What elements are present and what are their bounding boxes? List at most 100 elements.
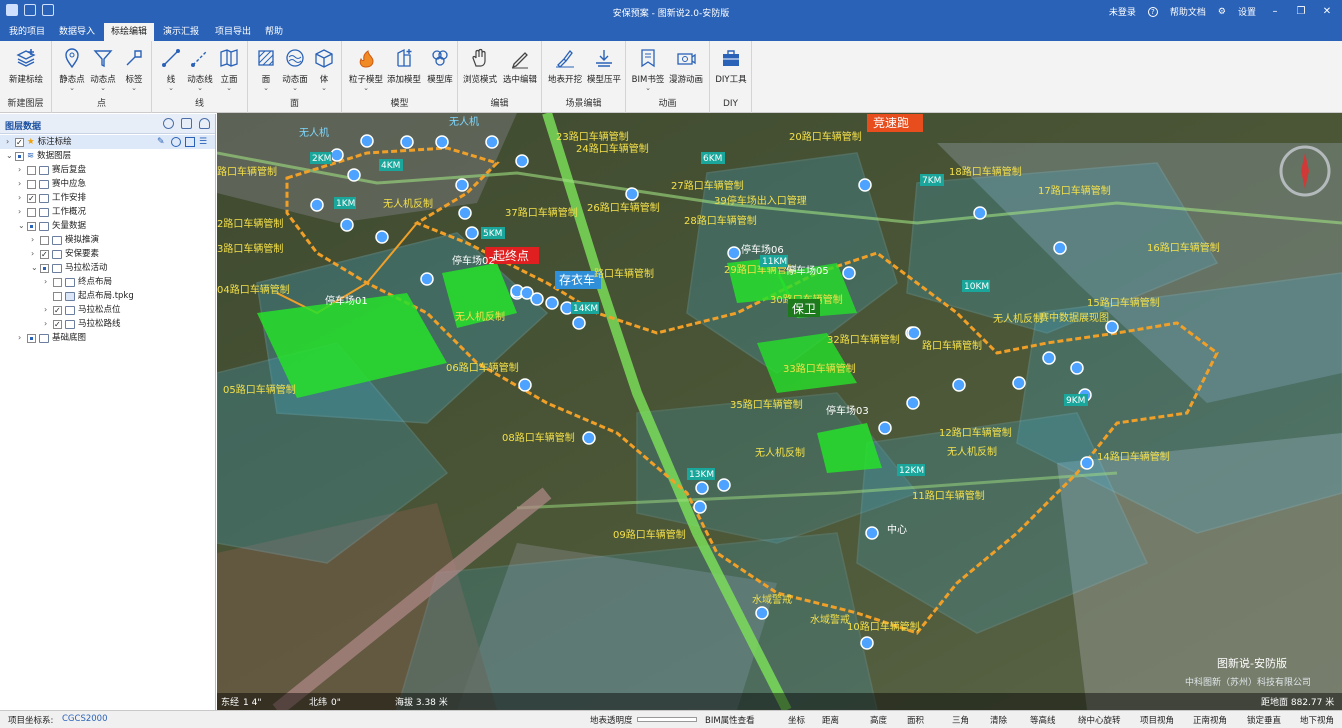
transparency-slider[interactable] bbox=[637, 717, 697, 722]
marker[interactable] bbox=[582, 431, 596, 445]
settings-link[interactable]: 设置 bbox=[1238, 5, 1256, 18]
bim-bookmark-button[interactable]: BIM书签 ⌄ bbox=[630, 47, 666, 92]
tree-node[interactable]: ›工作安排 bbox=[18, 191, 86, 206]
marker[interactable] bbox=[347, 168, 361, 182]
marker[interactable] bbox=[878, 421, 892, 435]
new-plot-button[interactable]: 新建标绘 bbox=[8, 47, 44, 85]
marker[interactable] bbox=[515, 154, 529, 168]
tree-node[interactable]: › 赛中应急 bbox=[18, 177, 86, 191]
scene-canvas[interactable]: 无人机 无人机 竞速跑 20路口车辆管制 23路口车辆管制 24路口车辆管制 路… bbox=[217, 113, 1342, 710]
tree-node[interactable]: 起点布局.tpkg bbox=[44, 289, 134, 303]
marker[interactable] bbox=[906, 396, 920, 410]
marker[interactable] bbox=[952, 378, 966, 392]
diy-tool-button[interactable]: DIY工具 bbox=[713, 47, 749, 85]
layer-checkbox[interactable] bbox=[27, 333, 36, 343]
layer-checkbox[interactable] bbox=[40, 235, 49, 245]
marker[interactable] bbox=[545, 296, 559, 310]
tree-node[interactable]: ⌄ 马拉松活动 bbox=[31, 261, 108, 275]
marker[interactable] bbox=[518, 378, 532, 392]
edit-icon[interactable]: ✎ bbox=[157, 135, 165, 149]
marker[interactable] bbox=[572, 316, 586, 330]
tree-node-plot[interactable]: › ★ 标注标绘 ✎ ☰ bbox=[0, 135, 215, 150]
underground-view-button[interactable]: 地下视角 bbox=[1300, 714, 1334, 726]
facade-button[interactable]: 立面 ⌄ bbox=[211, 47, 247, 92]
marker[interactable] bbox=[435, 135, 449, 149]
layer-checkbox[interactable] bbox=[40, 248, 49, 262]
tree-node-data-layer[interactable]: ⌄ ≋ 数据图层 bbox=[0, 149, 71, 163]
marker[interactable] bbox=[693, 500, 707, 514]
map-view[interactable]: 无人机 无人机 竞速跑 20路口车辆管制 23路口车辆管制 24路口车辆管制 路… bbox=[217, 113, 1342, 710]
distance-button[interactable]: 距离 bbox=[822, 714, 839, 726]
expand-toggle[interactable]: › bbox=[6, 135, 15, 149]
marker[interactable] bbox=[973, 206, 987, 220]
layer-checkbox[interactable] bbox=[15, 136, 24, 150]
crs-value[interactable]: CGCS2000 bbox=[62, 714, 107, 724]
menu-plot-edit[interactable]: 标绘编辑 bbox=[104, 23, 155, 41]
marker[interactable] bbox=[310, 198, 324, 212]
marker[interactable] bbox=[1053, 241, 1067, 255]
menu-project-export[interactable]: 项目导出 bbox=[208, 23, 258, 41]
marker[interactable] bbox=[695, 481, 709, 495]
marker[interactable] bbox=[330, 148, 344, 162]
maximize-button[interactable]: ❐ bbox=[1294, 6, 1308, 17]
minimize-button[interactable]: – bbox=[1268, 6, 1282, 17]
tree-node[interactable]: › 终点布局 bbox=[44, 275, 112, 289]
tree-node[interactable]: ›马拉松路线 bbox=[44, 317, 121, 332]
collapse-toggle[interactable]: ⌄ bbox=[6, 149, 15, 163]
marker[interactable] bbox=[907, 326, 921, 340]
browse-mode-button[interactable]: 浏览模式 bbox=[462, 47, 498, 85]
south-view-button[interactable]: 正南视角 bbox=[1193, 714, 1227, 726]
login-link[interactable]: 未登录 bbox=[1109, 5, 1136, 18]
layer-checkbox[interactable] bbox=[53, 304, 62, 318]
gear-icon[interactable]: ⚙ bbox=[1218, 7, 1226, 17]
layer-checkbox[interactable] bbox=[40, 263, 49, 273]
marker[interactable] bbox=[465, 226, 479, 240]
project-view-button[interactable]: 项目视角 bbox=[1140, 714, 1174, 726]
folder-icon[interactable] bbox=[181, 118, 192, 129]
marker[interactable] bbox=[400, 135, 414, 149]
layer-checkbox[interactable] bbox=[27, 179, 36, 189]
menu-my-project[interactable]: 我的项目 bbox=[2, 23, 52, 41]
rotate-center-button[interactable]: 绕中心旋转 bbox=[1078, 714, 1121, 726]
marker[interactable] bbox=[717, 478, 731, 492]
select-edit-button[interactable]: 选中编辑 bbox=[502, 47, 538, 85]
tree-node[interactable]: › 工作概况 bbox=[18, 205, 86, 219]
label-button[interactable]: 标签 ⌄ bbox=[116, 47, 152, 92]
marker[interactable] bbox=[727, 246, 741, 260]
marker[interactable] bbox=[865, 526, 879, 540]
marker[interactable] bbox=[375, 230, 389, 244]
marker[interactable] bbox=[360, 134, 374, 148]
roam-animation-button[interactable]: 漫游动画 bbox=[668, 47, 704, 85]
marker[interactable] bbox=[842, 266, 856, 280]
contour-button[interactable]: 等高线 bbox=[1030, 714, 1056, 726]
tree-node[interactable]: › 模拟推演 bbox=[31, 233, 99, 247]
layer-checkbox[interactable] bbox=[53, 277, 62, 287]
user-icon[interactable] bbox=[199, 118, 210, 129]
marker[interactable] bbox=[625, 187, 639, 201]
add-layer-icon[interactable] bbox=[185, 137, 195, 147]
marker[interactable] bbox=[755, 606, 769, 620]
marker[interactable] bbox=[1070, 361, 1084, 375]
bim-property-button[interactable]: BIM属性查看 bbox=[705, 714, 755, 726]
layer-checkbox[interactable] bbox=[27, 221, 36, 231]
height-button[interactable]: 高度 bbox=[870, 714, 887, 726]
list-icon[interactable]: ☰ bbox=[199, 135, 207, 149]
layer-checkbox[interactable] bbox=[53, 291, 62, 301]
close-button[interactable]: ✕ bbox=[1320, 6, 1334, 17]
coordinate-button[interactable]: 坐标 bbox=[788, 714, 805, 726]
tree-node[interactable]: ⌄ 矢量数据 bbox=[18, 219, 86, 233]
tree-node[interactable]: › 基础底图 bbox=[18, 331, 86, 345]
help-link[interactable]: 帮助文档 bbox=[1170, 5, 1206, 18]
volume-button[interactable]: 体 ⌄ bbox=[306, 47, 342, 92]
marker[interactable] bbox=[420, 272, 434, 286]
layer-checkbox[interactable] bbox=[15, 151, 24, 161]
particle-model-button[interactable]: 粒子模型 ⌄ bbox=[348, 47, 384, 92]
marker[interactable] bbox=[340, 218, 354, 232]
help-icon[interactable]: ? bbox=[1147, 6, 1158, 17]
tree-node[interactable]: ›马拉松点位 bbox=[44, 303, 121, 318]
search-icon[interactable] bbox=[163, 118, 174, 129]
menu-data-import[interactable]: 数据导入 bbox=[52, 23, 102, 41]
triangle-button[interactable]: 三角 bbox=[952, 714, 969, 726]
marker[interactable] bbox=[1080, 456, 1094, 470]
layer-checkbox[interactable] bbox=[27, 165, 36, 175]
